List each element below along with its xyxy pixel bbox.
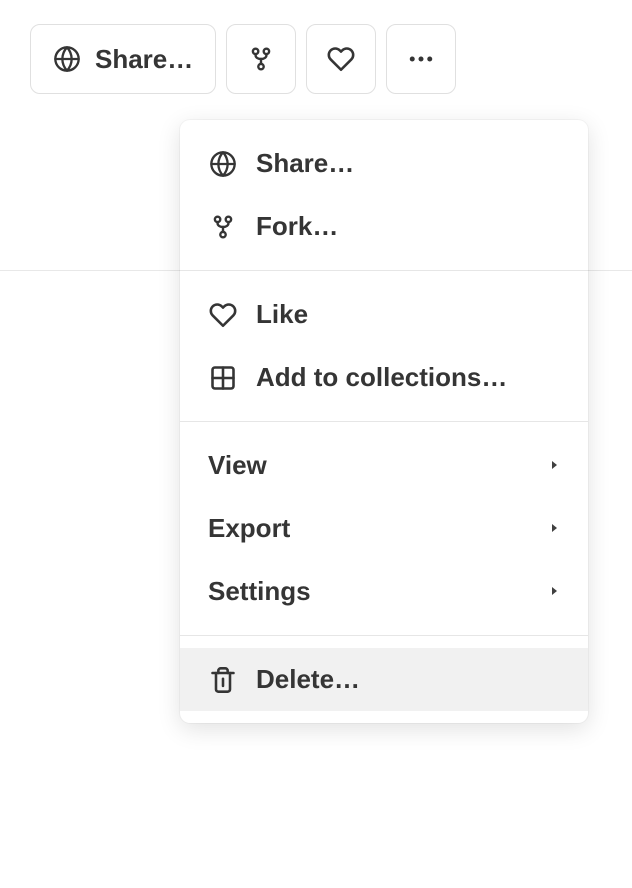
heart-icon (208, 301, 238, 329)
more-dropdown-menu: Share… Fork… Like (180, 120, 588, 723)
globe-icon (208, 150, 238, 178)
menu-item-fork[interactable]: Fork… (180, 195, 588, 258)
menu-item-add-to-collections[interactable]: Add to collections… (180, 346, 588, 409)
menu-item-label: Like (256, 299, 560, 330)
toolbar: Share… (0, 0, 632, 118)
menu-group-1: Share… Fork… (180, 120, 588, 270)
menu-group-4: Delete… (180, 636, 588, 723)
menu-item-view[interactable]: View (180, 434, 588, 497)
menu-item-label: View (208, 450, 530, 481)
menu-item-share[interactable]: Share… (180, 132, 588, 195)
menu-group-2: Like Add to collections… (180, 271, 588, 421)
globe-icon (53, 45, 81, 73)
menu-item-label: Export (208, 513, 530, 544)
fork-icon (248, 46, 274, 72)
chevron-right-icon (548, 518, 560, 539)
menu-item-label: Delete… (256, 664, 560, 695)
grid-icon (208, 364, 238, 392)
fork-icon (208, 214, 238, 240)
menu-item-label: Share… (256, 148, 560, 179)
dots-horizontal-icon (406, 44, 436, 74)
menu-item-label: Fork… (256, 211, 560, 242)
menu-item-export[interactable]: Export (180, 497, 588, 560)
like-button[interactable] (306, 24, 376, 94)
share-button-label: Share… (95, 44, 193, 75)
menu-item-settings[interactable]: Settings (180, 560, 588, 623)
trash-icon (208, 666, 238, 694)
fork-button[interactable] (226, 24, 296, 94)
menu-item-delete[interactable]: Delete… (180, 648, 588, 711)
menu-item-label: Add to collections… (256, 362, 560, 393)
chevron-right-icon (548, 455, 560, 476)
menu-item-label: Settings (208, 576, 530, 607)
more-button[interactable] (386, 24, 456, 94)
heart-icon (327, 45, 355, 73)
menu-group-3: View Export Settings (180, 422, 588, 635)
share-button[interactable]: Share… (30, 24, 216, 94)
menu-item-like[interactable]: Like (180, 283, 588, 346)
chevron-right-icon (548, 581, 560, 602)
